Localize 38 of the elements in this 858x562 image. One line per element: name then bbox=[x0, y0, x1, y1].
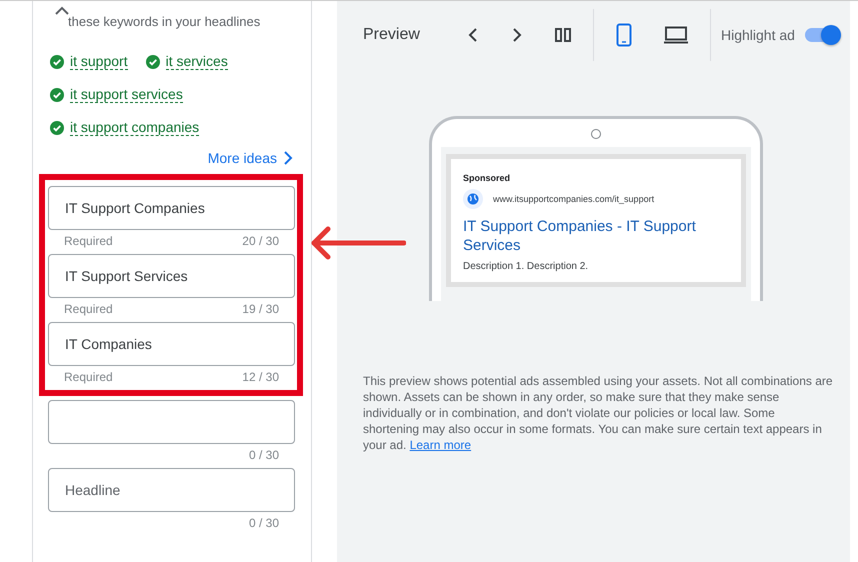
chevron-up-icon[interactable] bbox=[54, 5, 70, 15]
ad-description: Description 1. Description 2. bbox=[463, 261, 590, 272]
camera-icon bbox=[591, 129, 601, 139]
keyword-link[interactable]: it support companies bbox=[70, 119, 200, 136]
laptop-icon[interactable] bbox=[664, 26, 688, 44]
character-counter: 0 / 30 bbox=[248, 516, 279, 532]
ad-url: www.itsupportcompanies.com/it_support bbox=[493, 194, 654, 204]
headline-field[interactable] bbox=[48, 400, 295, 444]
learn-more-link[interactable]: Learn more bbox=[410, 438, 472, 452]
character-counter: 12 / 30 bbox=[242, 370, 279, 386]
ad-headline-link[interactable]: IT Support Companies - IT Support Services bbox=[463, 217, 729, 255]
preview-title: Preview bbox=[363, 26, 421, 44]
headline-field[interactable]: IT Support Services bbox=[48, 254, 295, 298]
highlight-ad-label: Highlight ad bbox=[721, 27, 795, 43]
arrow-icon bbox=[310, 226, 406, 260]
columns-icon[interactable] bbox=[555, 27, 571, 43]
chevron-left-icon[interactable] bbox=[467, 27, 479, 43]
chevron-right-icon bbox=[283, 150, 293, 166]
headline-field[interactable]: Headline bbox=[48, 468, 295, 512]
keywords-hint: these keywords in your headlines bbox=[68, 14, 260, 29]
character-counter: 20 / 30 bbox=[242, 234, 279, 250]
more-ideas-link[interactable]: More ideas bbox=[208, 150, 293, 166]
preview-disclaimer: This preview shows potential ads assembled using your assets. Not all combinations are shown. Assets can be shown in any order, so make sure that they make sense individually or in combination, and don't violate our policies or local law. Some shortening may also occur in some formats. You can make sure certain text appears in your ad. Learn more bbox=[363, 373, 833, 453]
required-label: Required bbox=[64, 370, 113, 386]
phone-icon[interactable] bbox=[616, 23, 632, 47]
chevron-right-icon[interactable] bbox=[511, 27, 523, 43]
required-label: Required bbox=[64, 302, 113, 318]
keyword-link[interactable]: it services bbox=[166, 53, 228, 70]
headline-field[interactable]: IT Support Companies bbox=[48, 186, 295, 230]
highlight-ad-toggle[interactable] bbox=[804, 28, 839, 42]
headline-field[interactable]: IT Companies bbox=[48, 322, 295, 366]
required-label: Required bbox=[64, 234, 113, 250]
keyword-link[interactable]: it support bbox=[70, 53, 128, 70]
character-counter: 19 / 30 bbox=[242, 302, 279, 318]
sponsored-label: Sponsored bbox=[463, 173, 512, 183]
globe-icon bbox=[463, 189, 483, 209]
character-counter: 0 / 30 bbox=[248, 448, 279, 464]
keyword-link[interactable]: it support services bbox=[70, 86, 183, 103]
